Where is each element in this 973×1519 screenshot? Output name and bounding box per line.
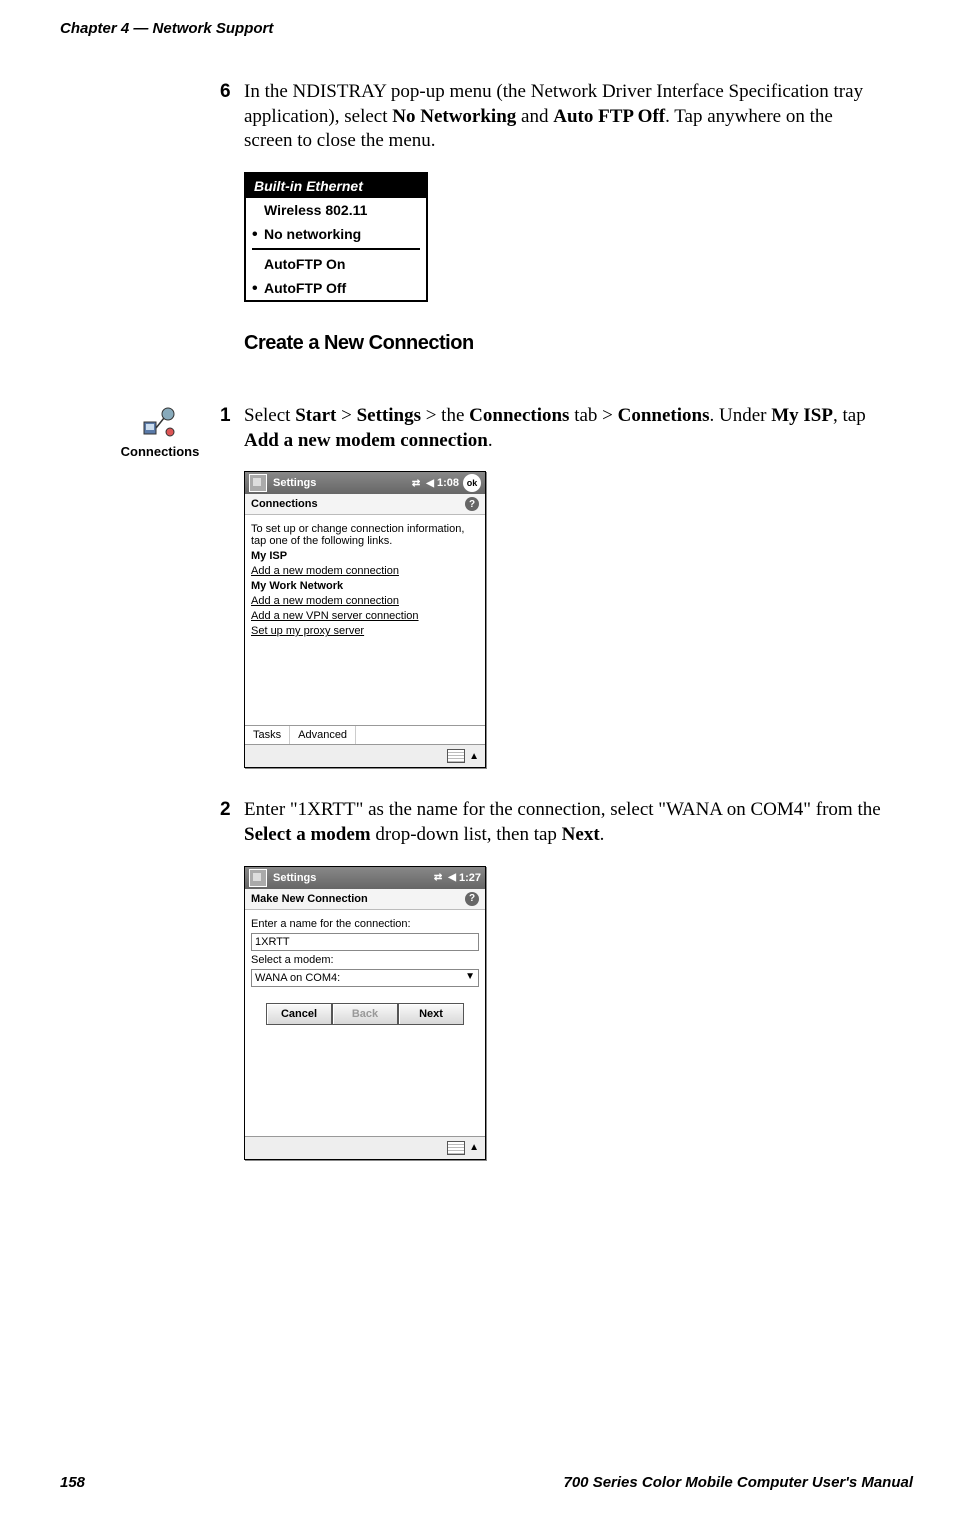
ppc2-titlebar: Make New Connection ? — [245, 889, 485, 910]
label-my-isp: My ISP — [771, 405, 833, 426]
ppc1-mywork: My Work Network — [251, 580, 343, 592]
header-title: Network Support — [153, 20, 274, 37]
speaker-icon: ◀ — [426, 478, 434, 489]
step-1-a: Select — [244, 405, 295, 426]
tab-advanced[interactable]: Advanced — [290, 726, 356, 744]
ppc2-bottombar: ▲ — [245, 1136, 485, 1159]
label-no-networking: No Networking — [392, 106, 516, 127]
label-settings: Settings — [357, 405, 421, 426]
tab-tasks[interactable]: Tasks — [245, 726, 290, 744]
ppc-connections-screenshot: Settings ⇄ ◀ 1:08 ok Connections ? To se… — [244, 471, 486, 768]
running-header: Chapter 4 — Network Support — [60, 20, 273, 37]
step-2-number: 2 — [220, 798, 231, 823]
connectivity-icon: ⇄ — [412, 478, 420, 489]
ppc1-desc: To set up or change connection informati… — [251, 523, 479, 547]
connections-icon-label: Connections — [110, 444, 210, 459]
label-add-modem: Add a new modem connection — [244, 430, 488, 451]
next-button[interactable]: Next — [398, 1003, 464, 1025]
step-1-gt1: > — [336, 405, 356, 426]
help-icon[interactable]: ? — [465, 892, 479, 906]
ppc1-bottombar: ▲ — [245, 744, 485, 767]
page-footer: 158 700 Series Color Mobile Computer Use… — [60, 1474, 913, 1491]
ppc2-body: Enter a name for the connection: Select … — [245, 910, 485, 1136]
ppc1-link-proxy[interactable]: Set up my proxy server — [251, 625, 364, 637]
ndistray-separator — [252, 248, 420, 250]
ppc1-title: Connections — [251, 498, 318, 510]
step-6-and: and — [516, 106, 553, 127]
connection-name-input[interactable] — [251, 933, 479, 951]
step-1-c: , tap — [833, 405, 866, 426]
ndistray-menu: Built-in Ethernet Wireless 802.11 No net… — [244, 172, 428, 302]
input-panel-arrow-icon[interactable]: ▲ — [469, 1142, 479, 1153]
step-6: 6 In the NDISTRAY pop-up menu (the Netwo… — [244, 80, 884, 154]
label-connetions: Connetions — [618, 405, 710, 426]
page-number: 158 — [60, 1474, 85, 1491]
ppc2-label-modem: Select a modem: — [251, 954, 479, 966]
ppc1-link-add-modem-work[interactable]: Add a new modem connection — [251, 595, 399, 607]
label-auto-ftp-off: Auto FTP Off — [553, 106, 665, 127]
label-next: Next — [562, 824, 600, 845]
ppc1-topbar-title: Settings — [273, 477, 316, 489]
cancel-button[interactable]: Cancel — [266, 1003, 332, 1025]
step-2-b: drop-down list, then tap — [371, 824, 562, 845]
speaker-icon: ◀ — [448, 872, 456, 883]
ppc1-link-add-modem-isp[interactable]: Add a new modem connection — [251, 565, 399, 577]
ppc1-titlebar: Connections ? — [245, 494, 485, 515]
connectivity-icon: ⇄ — [434, 872, 442, 883]
ppc2-topbar-title: Settings — [273, 872, 316, 884]
label-select-modem: Select a modem — [244, 824, 371, 845]
ppc2-title: Make New Connection — [251, 893, 368, 905]
ndistray-title: Built-in Ethernet — [246, 174, 426, 198]
ok-button[interactable]: ok — [463, 474, 481, 492]
ppc1-time: 1:08 — [437, 477, 459, 489]
step-2: 2 Enter "1XRTT" as the name for the conn… — [244, 798, 884, 847]
ppc2-topbar: Settings ⇄ ◀ 1:27 — [245, 867, 485, 889]
start-flag-icon[interactable] — [249, 474, 267, 492]
ppc2-label-name: Enter a name for the connection: — [251, 918, 479, 930]
label-start: Start — [295, 405, 336, 426]
step-1-number: 1 — [220, 404, 231, 429]
ppc1-myisp: My ISP — [251, 550, 287, 562]
heading-create-connection: Create a New Connection — [244, 332, 884, 355]
start-flag-icon[interactable] — [249, 869, 267, 887]
step-1-gt2: > the — [421, 405, 469, 426]
step-2-a: Enter "1XRTT" as the name for the connec… — [244, 799, 881, 820]
manual-title: 700 Series Color Mobile Computer User's … — [564, 1474, 914, 1491]
chapter-label: Chapter 4 — [60, 20, 129, 37]
ppc1-link-add-vpn[interactable]: Add a new VPN server connection — [251, 610, 419, 622]
label-connections-tab: Connections — [469, 405, 569, 426]
keyboard-icon[interactable] — [447, 749, 465, 763]
step-1-b: . Under — [710, 405, 772, 426]
ppc-make-connection-screenshot: Settings ⇄ ◀ 1:27 Make New Connection ? … — [244, 866, 486, 1160]
chevron-down-icon[interactable]: ▼ — [465, 971, 475, 982]
ppc1-tabs: Tasks Advanced — [245, 725, 485, 744]
ppc1-topbar: Settings ⇄ ◀ 1:08 ok — [245, 472, 485, 494]
ndistray-item-autoftp-on[interactable]: AutoFTP On — [246, 252, 426, 276]
step-2-c: . — [600, 824, 605, 845]
ppc1-body: To set up or change connection informati… — [245, 515, 485, 725]
ndistray-item-autoftp-off[interactable]: AutoFTP Off — [246, 276, 426, 300]
step-1-d: . — [488, 430, 493, 451]
help-icon[interactable]: ? — [465, 497, 479, 511]
step-1: 1 Select Start > Settings > the Connecti… — [244, 404, 884, 453]
ndistray-item-no-networking[interactable]: No networking — [246, 222, 426, 246]
ndistray-item-wireless[interactable]: Wireless 802.11 — [246, 198, 426, 222]
header-dash: — — [129, 20, 152, 37]
select-modem-dropdown[interactable] — [251, 969, 479, 987]
keyboard-icon[interactable] — [447, 1141, 465, 1155]
input-panel-arrow-icon[interactable]: ▲ — [469, 751, 479, 762]
ppc2-time: 1:27 — [459, 872, 481, 884]
step-1-gt3: tab > — [569, 405, 617, 426]
connections-icon-block: Connections — [110, 404, 210, 459]
back-button: Back — [332, 1003, 398, 1025]
connections-icon — [142, 404, 178, 440]
step-6-number: 6 — [220, 80, 231, 105]
